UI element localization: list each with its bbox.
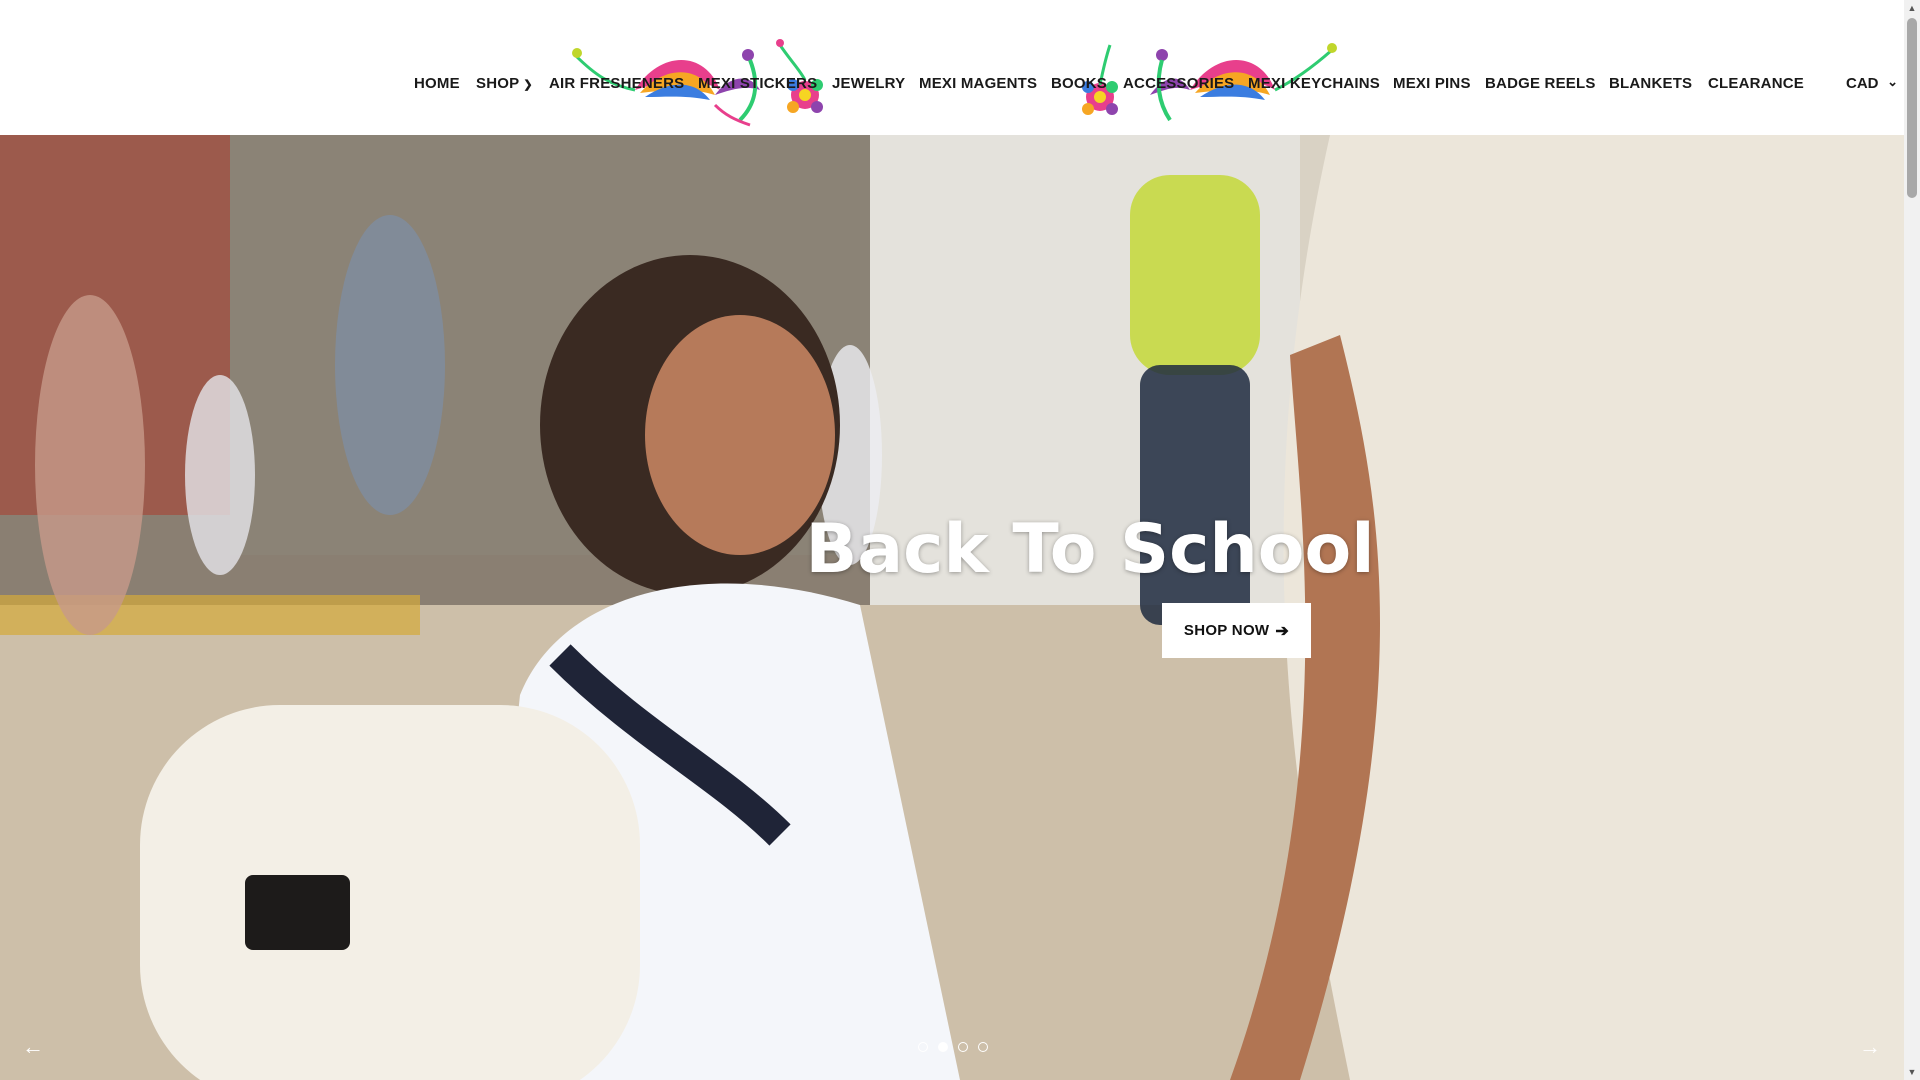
nav-item-label: BADGE REELS (1485, 75, 1596, 92)
nav-item-label: JEWELRY (832, 75, 906, 92)
shop-now-button[interactable]: SHOP NOW ➔ (1162, 603, 1311, 658)
nav-item-accessories[interactable]: ACCESSORIES (1123, 75, 1234, 92)
scroll-up-icon[interactable]: ▲ (1904, 0, 1920, 16)
site-header: HOME SHOP ❯ AIR FRESHENERS MEXI STICKERS … (0, 35, 1904, 135)
hero-title: Back To School (805, 510, 1375, 589)
nav-item-label: MEXI KEYCHAINS (1248, 75, 1380, 92)
nav-item-books[interactable]: BOOKS (1051, 75, 1107, 92)
next-slide-button[interactable]: → (1855, 1032, 1885, 1062)
arrow-right-icon: ➔ (1275, 622, 1290, 640)
nav-item-clearance[interactable]: CLEARANCE (1708, 75, 1804, 92)
nav-item-mexi-pins[interactable]: MEXI PINS (1393, 75, 1471, 92)
nav-item-mexi-stickers[interactable]: MEXI STICKERS (698, 75, 817, 92)
currency-selector[interactable]: CAD ⌄ (1838, 67, 1904, 101)
slide-dot-1[interactable] (918, 1042, 928, 1052)
prev-slide-button[interactable]: ← (18, 1032, 48, 1062)
nav-item-air-fresheners[interactable]: AIR FRESHENERS (549, 75, 684, 92)
nav-item-shop[interactable]: SHOP ❯ (476, 75, 533, 92)
nav-item-label: SHOP (476, 75, 520, 92)
nav-item-label: CLEARANCE (1708, 75, 1804, 92)
arrow-right-icon: → (1859, 1034, 1881, 1059)
shop-now-label: SHOP NOW (1183, 622, 1270, 639)
main-nav: HOME SHOP ❯ AIR FRESHENERS MEXI STICKERS … (0, 35, 1904, 135)
nav-item-label: MEXI PINS (1393, 75, 1471, 92)
hero-slider: Back To School SHOP NOW ➔ ← → (0, 135, 1904, 1080)
nav-item-label: HOME (414, 75, 460, 92)
nav-item-label: BLANKETS (1609, 75, 1693, 92)
chevron-down-icon: ⌄ (1887, 74, 1898, 89)
scroll-down-icon[interactable]: ▼ (1904, 1064, 1920, 1080)
announcement-bar (0, 0, 1904, 35)
nav-item-jewelry[interactable]: JEWELRY (832, 75, 905, 92)
hero-image (0, 135, 1904, 1080)
nav-item-home[interactable]: HOME (414, 75, 460, 92)
nav-item-label: MEXI MAGENTS (919, 75, 1038, 92)
nav-item-label: MEXI STICKERS (698, 75, 818, 92)
nav-item-blankets[interactable]: BLANKETS (1609, 75, 1692, 92)
nav-item-mexi-magents[interactable]: MEXI MAGENTS (919, 75, 1037, 92)
slide-dot-2[interactable] (938, 1042, 948, 1052)
chevron-down-icon: ❯ (523, 79, 533, 91)
slide-dot-3[interactable] (958, 1042, 968, 1052)
nav-item-label: BOOKS (1051, 75, 1108, 92)
nav-item-badge-reels[interactable]: BADGE REELS (1485, 75, 1596, 92)
slide-dots (918, 1042, 988, 1052)
nav-item-label: ACCESSORIES (1123, 75, 1235, 92)
scroll-thumb[interactable] (1907, 18, 1917, 198)
nav-item-label: AIR FRESHENERS (549, 75, 685, 92)
currency-value: CAD (1846, 75, 1879, 92)
page-scrollbar[interactable]: ▲ ▼ (1904, 0, 1920, 1080)
arrow-left-icon: ← (22, 1034, 44, 1059)
slide-dot-4[interactable] (978, 1042, 988, 1052)
nav-item-mexi-keychains[interactable]: MEXI KEYCHAINS (1248, 75, 1380, 92)
